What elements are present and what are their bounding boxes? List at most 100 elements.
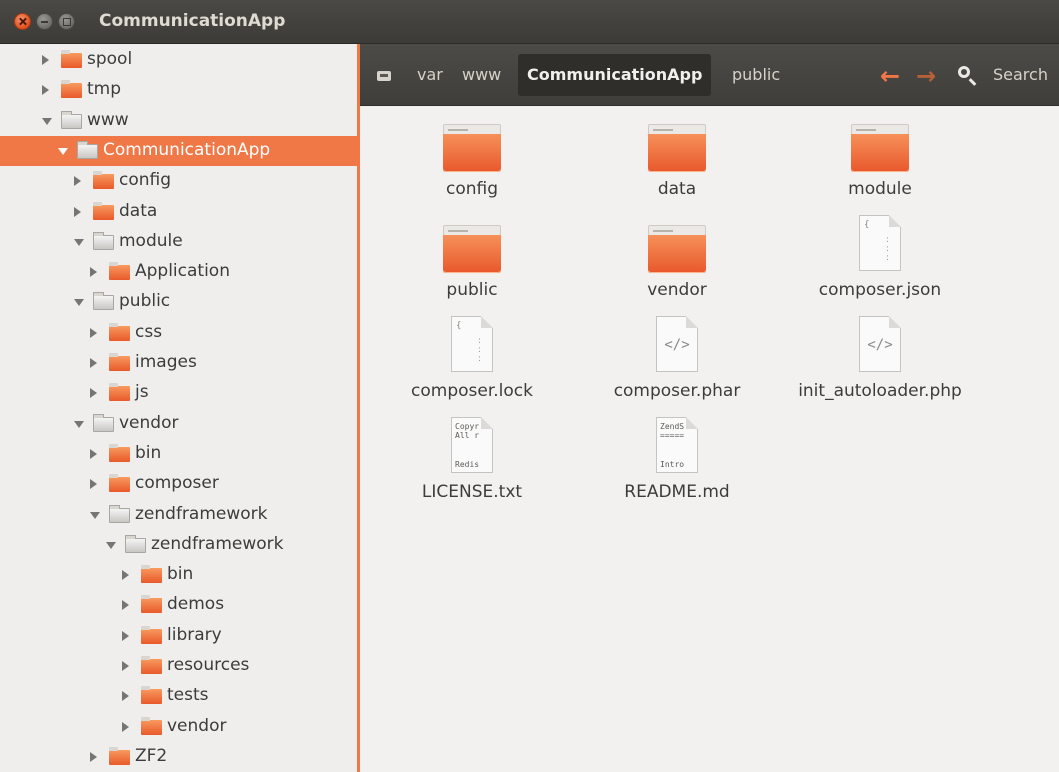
expander-right-icon[interactable] xyxy=(122,570,129,581)
expander-right-icon[interactable] xyxy=(122,721,129,732)
search-button[interactable]: Search xyxy=(993,65,1048,84)
maximize-window-button[interactable] xyxy=(58,13,75,30)
sidebar-item-data[interactable]: data xyxy=(0,197,357,227)
file-name: composer.json xyxy=(818,280,942,300)
arrow-left-icon[interactable]: ← xyxy=(880,62,900,90)
folder-icon xyxy=(648,225,706,273)
sidebar-item-label: module xyxy=(119,230,183,251)
sidebar-item-tests[interactable]: tests xyxy=(0,681,357,711)
file-name: vendor xyxy=(647,280,707,300)
expander-right-icon[interactable] xyxy=(90,267,97,278)
breadcrumb-communicationapp[interactable]: CommunicationApp xyxy=(518,54,712,96)
file-item[interactable]: config xyxy=(372,106,572,206)
folder-icon xyxy=(109,262,130,281)
breadcrumb-public[interactable]: public xyxy=(732,65,780,84)
file-name: composer.lock xyxy=(411,381,533,401)
breadcrumb-www[interactable]: www xyxy=(462,65,501,84)
sidebar-item-js[interactable]: js xyxy=(0,378,357,408)
expander-right-icon[interactable] xyxy=(90,327,97,338)
expander-down-icon[interactable] xyxy=(58,147,68,155)
sidebar-item-config[interactable]: config xyxy=(0,166,357,196)
sidebar-item-zendframework[interactable]: zendframework xyxy=(0,500,357,530)
sidebar-item-label: tmp xyxy=(87,79,122,100)
file-item[interactable]: module xyxy=(780,106,980,206)
sidebar-item-label: tests xyxy=(167,685,209,706)
expander-down-icon[interactable] xyxy=(90,511,100,519)
sidebar-item-bin[interactable]: bin xyxy=(0,560,357,590)
sidebar-item-module[interactable]: module xyxy=(0,227,357,257)
arrow-right-icon[interactable]: → xyxy=(916,62,936,90)
expander-right-icon[interactable] xyxy=(42,55,49,65)
file-name: module xyxy=(848,179,912,199)
folder-icon xyxy=(93,201,114,220)
file-item[interactable]: </> composer.phar xyxy=(577,308,777,408)
file-item[interactable]: Copyr All r Redis LICENSE.txt xyxy=(372,409,572,509)
sidebar-item-label: CommunicationApp xyxy=(103,139,271,160)
sidebar-item-label: vendor xyxy=(167,715,227,736)
file-name: composer.phar xyxy=(613,381,741,401)
search-icon[interactable] xyxy=(958,66,970,78)
sidebar-item-composer[interactable]: composer xyxy=(0,469,357,499)
folder-icon xyxy=(109,383,130,402)
sidebar-item-tmp[interactable]: tmp xyxy=(0,75,357,105)
folder-icon xyxy=(648,124,706,172)
file-item[interactable]: ZendS ===== Intro README.md xyxy=(577,409,777,509)
sidebar-item-label: zendframework xyxy=(135,503,268,524)
expander-right-icon[interactable] xyxy=(74,176,81,187)
file-item[interactable]: data xyxy=(577,106,777,206)
file-item[interactable]: {::: composer.json xyxy=(780,207,980,307)
sidebar-item-label: public xyxy=(119,291,171,312)
expander-down-icon[interactable] xyxy=(74,420,84,428)
file-item[interactable]: {::: composer.lock xyxy=(372,308,572,408)
drive-icon[interactable] xyxy=(377,71,391,81)
sidebar-item-demos[interactable]: demos xyxy=(0,590,357,620)
sidebar-item-resources[interactable]: resources xyxy=(0,651,357,681)
folder-icon xyxy=(141,595,162,614)
sidebar-item-css[interactable]: css xyxy=(0,318,357,348)
expander-right-icon[interactable] xyxy=(90,388,97,399)
json-file-icon: {::: xyxy=(859,215,901,271)
file-item[interactable]: vendor xyxy=(577,207,777,307)
folder-icon xyxy=(109,443,130,462)
expander-down-icon[interactable] xyxy=(42,117,52,125)
sidebar-item-bin[interactable]: bin xyxy=(0,439,357,469)
window-title: CommunicationApp xyxy=(99,11,286,31)
sidebar-item-vendor[interactable]: vendor xyxy=(0,409,357,439)
expander-right-icon[interactable] xyxy=(90,751,97,762)
expander-right-icon[interactable] xyxy=(90,358,97,368)
expander-right-icon[interactable] xyxy=(122,630,129,641)
sidebar-item-library[interactable]: library xyxy=(0,621,357,651)
sidebar-item-label: images xyxy=(135,352,197,372)
sidebar-item-zendframework[interactable]: zendframework xyxy=(0,530,357,560)
sidebar-item-spool[interactable]: spool xyxy=(0,45,357,75)
expander-right-icon[interactable] xyxy=(90,479,97,490)
expander-right-icon[interactable] xyxy=(74,206,81,217)
expander-down-icon[interactable] xyxy=(74,299,84,307)
sidebar-item-label: zendframework xyxy=(151,533,284,554)
expander-down-icon[interactable] xyxy=(106,541,116,549)
sidebar-item-communicationapp[interactable]: CommunicationApp xyxy=(0,135,357,166)
sidebar-item-public[interactable]: public xyxy=(0,287,357,317)
expander-down-icon[interactable] xyxy=(74,238,84,246)
breadcrumb-var[interactable]: var xyxy=(417,65,443,84)
file-name: init_autoloader.php xyxy=(798,381,962,401)
close-window-button[interactable] xyxy=(14,13,31,30)
sidebar-item-label: config xyxy=(119,170,172,191)
sidebar-item-application[interactable]: Application xyxy=(0,257,357,287)
minimize-window-button[interactable] xyxy=(36,13,53,30)
file-item[interactable]: </> init_autoloader.php xyxy=(780,308,980,408)
sidebar-item-vendor[interactable]: vendor xyxy=(0,712,357,742)
expander-right-icon[interactable] xyxy=(122,600,129,611)
sidebar-item-label: bin xyxy=(167,564,194,585)
text-file-icon: Copyr All r Redis xyxy=(451,417,493,473)
sidebar-item-images[interactable]: images xyxy=(0,348,357,378)
expander-right-icon[interactable] xyxy=(122,661,129,671)
expander-right-icon[interactable] xyxy=(42,85,49,96)
sidebar-item-www[interactable]: www xyxy=(0,106,357,136)
folder-icon xyxy=(141,686,162,705)
expander-right-icon[interactable] xyxy=(122,691,129,702)
sidebar-item-zf2[interactable]: ZF2 xyxy=(0,742,357,772)
sidebar-item-label: bin xyxy=(135,442,162,463)
expander-right-icon[interactable] xyxy=(90,448,97,459)
file-item[interactable]: public xyxy=(372,207,572,307)
